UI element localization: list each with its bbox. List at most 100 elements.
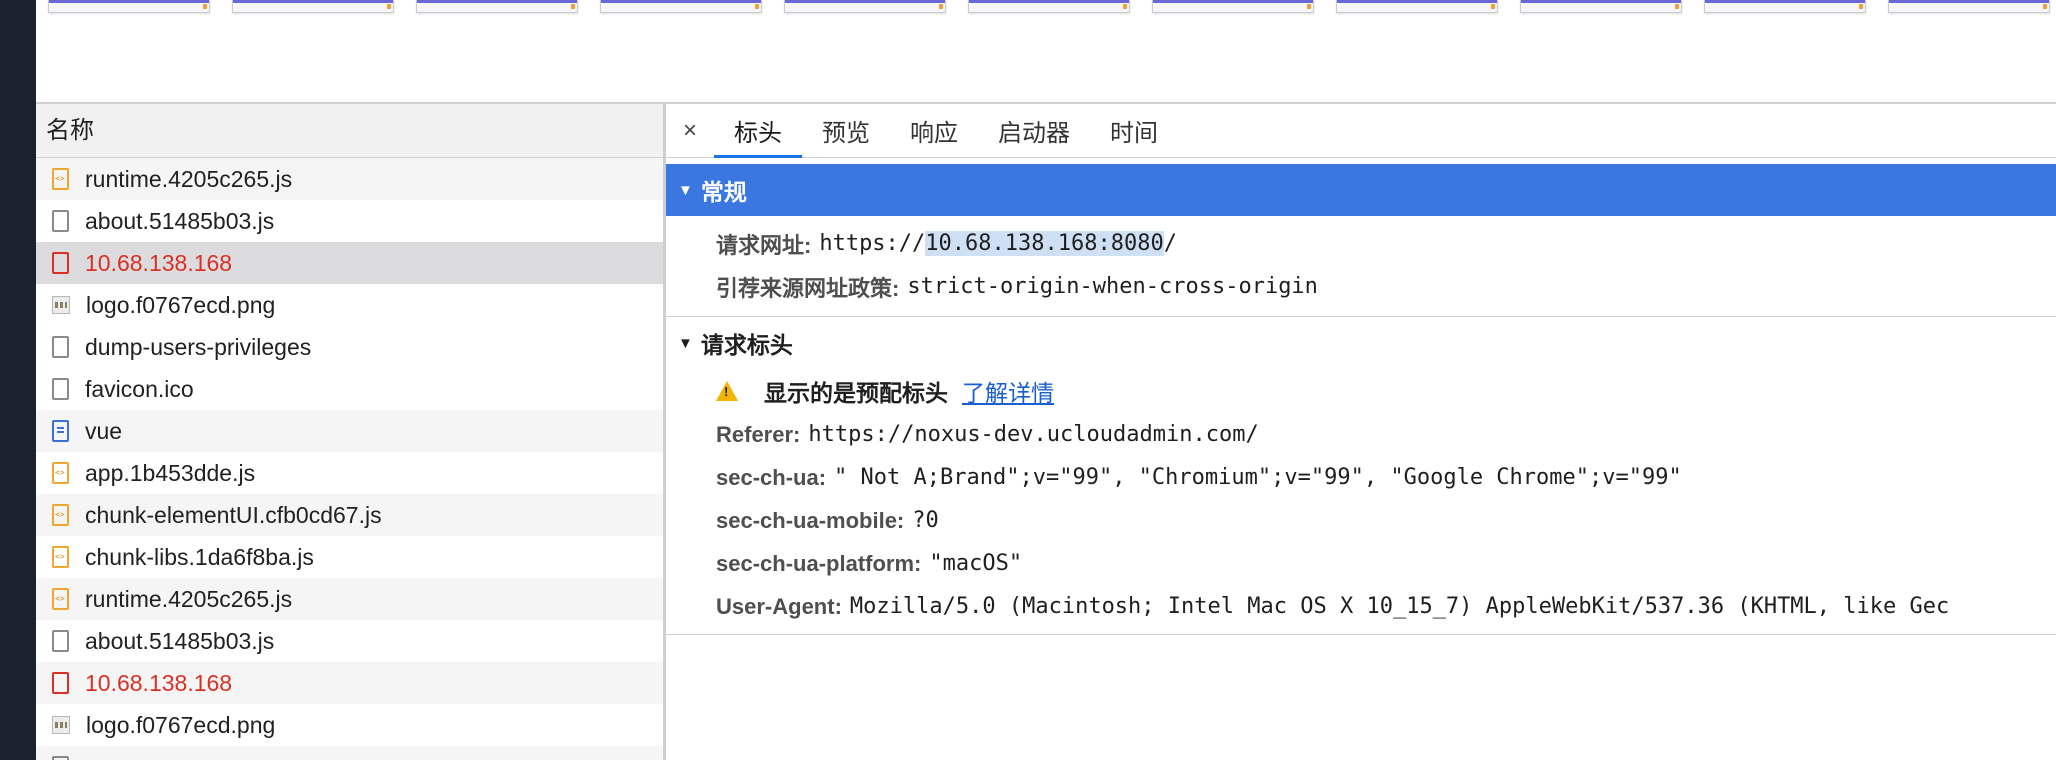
header-key: User-Agent:: [716, 593, 842, 619]
filmstrip-frame[interactable]: [1152, 0, 1314, 13]
request-row[interactable]: chunk-elementUI.cfb0cd67.js: [36, 494, 663, 536]
request-url-prefix: https://: [819, 231, 926, 256]
request-row[interactable]: 10.68.138.168: [36, 662, 663, 704]
header-key: sec-ch-ua-platform:: [716, 550, 922, 576]
request-list-pane: 名称 runtime.4205c265.js about.51485b03.js…: [36, 104, 666, 760]
header-row-referer: Referer: https://noxus-dev.ucloudadmin.c…: [666, 413, 2056, 456]
js-file-icon: [52, 168, 69, 190]
general-section-title: 常规: [700, 179, 747, 205]
js-file-icon: [52, 504, 69, 526]
request-name: about.51485b03.js: [85, 627, 275, 654]
details-tab-bar: × 标头 预览 响应 启动器 时间: [666, 104, 2056, 158]
tab-timing[interactable]: 时间: [1090, 104, 1178, 157]
tab-preview[interactable]: 预览: [802, 104, 890, 157]
warning-text: 显示的是预配标头: [764, 380, 948, 406]
request-name: runtime.4205c265.js: [85, 585, 293, 612]
request-url-host-selection[interactable]: 10.68.138.168:8080: [925, 231, 1164, 256]
filmstrip-frame[interactable]: [1336, 0, 1498, 13]
js-file-icon: [52, 462, 69, 484]
header-row-sec-ch-ua: sec-ch-ua: " Not A;Brand";v="99", "Chrom…: [666, 456, 2056, 499]
header-row-sec-ch-ua-mobile: sec-ch-ua-mobile: ?0: [666, 499, 2056, 542]
request-headers-section: 显示的是预配标头 了解详情 Referer: https://noxus-dev…: [666, 369, 2056, 635]
filmstrip-frame[interactable]: [600, 0, 762, 13]
general-section: 请求网址: https://10.68.138.168:8080/ 引荐来源网址…: [666, 216, 2056, 317]
header-value: " Not A;Brand";v="99", "Chromium";v="99"…: [834, 465, 1682, 490]
request-name: about.51485b03.js: [85, 207, 275, 234]
header-value: https://noxus-dev.ucloudadmin.com/: [808, 422, 1259, 447]
request-row[interactable]: about.51485b03.js: [36, 620, 663, 662]
document-icon: [52, 378, 69, 400]
header-row-sec-ch-ua-platform: sec-ch-ua-platform: "macOS": [666, 542, 2056, 585]
request-name: favicon.ico: [85, 375, 194, 402]
request-name: 10.68.138.168: [85, 249, 233, 276]
referrer-policy-value: strict-origin-when-cross-origin: [907, 274, 1318, 299]
js-file-icon: [52, 546, 69, 568]
screenshot-filmstrip: [36, 0, 2056, 104]
request-name: 10.68.138.168: [85, 669, 233, 696]
request-row[interactable]: vue: [36, 410, 663, 452]
learn-more-link[interactable]: 了解详情: [962, 374, 1054, 408]
request-row[interactable]: [36, 746, 663, 760]
referrer-policy-key: 引荐来源网址政策:: [716, 275, 900, 301]
error-document-icon: [52, 672, 69, 694]
filmstrip-frame[interactable]: [784, 0, 946, 13]
document-icon: [52, 630, 69, 652]
filmstrip-frame[interactable]: [416, 0, 578, 13]
request-row[interactable]: runtime.4205c265.js: [36, 578, 663, 620]
request-row[interactable]: dump-users-privileges: [36, 326, 663, 368]
tab-headers[interactable]: 标头: [714, 104, 802, 158]
document-icon: [52, 756, 69, 760]
filmstrip-frame[interactable]: [48, 0, 210, 13]
general-section-header[interactable]: ▼ 常规: [666, 164, 2056, 216]
header-value: Mozilla/5.0 (Macintosh; Intel Mac OS X 1…: [849, 594, 1950, 619]
request-name: vue: [85, 417, 123, 444]
tab-response[interactable]: 响应: [890, 104, 978, 157]
filmstrip-frame[interactable]: [968, 0, 1130, 13]
tab-initiator[interactable]: 启动器: [978, 104, 1090, 157]
header-row-user-agent: User-Agent: Mozilla/5.0 (Macintosh; Inte…: [666, 585, 2056, 628]
request-headers-title: 请求标头: [700, 332, 793, 358]
request-url-suffix: /: [1163, 231, 1177, 256]
request-name: runtime.4205c265.js: [85, 165, 293, 192]
request-name: logo.f0767ecd.png: [86, 711, 276, 738]
image-icon: [52, 296, 70, 314]
filmstrip-frame[interactable]: [1888, 0, 2050, 13]
image-icon: [52, 716, 70, 734]
request-url-value: https://10.68.138.168:8080/: [819, 231, 1177, 256]
provisional-headers-warning: 显示的是预配标头 了解详情: [666, 369, 2056, 413]
close-icon[interactable]: ×: [666, 104, 714, 157]
request-url-row: 请求网址: https://10.68.138.168:8080/: [666, 222, 2056, 265]
request-row[interactable]: favicon.ico: [36, 368, 663, 410]
error-document-icon: [52, 252, 69, 274]
request-headers-section-header[interactable]: ▼ 请求标头: [666, 317, 2056, 369]
document-icon: [52, 210, 69, 232]
request-row[interactable]: logo.f0767ecd.png: [36, 284, 663, 326]
header-key: sec-ch-ua-mobile:: [716, 507, 905, 533]
header-key: Referer:: [716, 421, 801, 447]
request-url-key: 请求网址:: [716, 232, 812, 258]
request-row[interactable]: runtime.4205c265.js: [36, 158, 663, 200]
js-file-icon: [52, 588, 69, 610]
request-name: logo.f0767ecd.png: [86, 291, 276, 318]
triangle-down-icon: ▼: [678, 181, 693, 199]
request-name: app.1b453dde.js: [85, 459, 256, 486]
document-icon: [52, 336, 69, 358]
filmstrip-frame[interactable]: [1704, 0, 1866, 13]
header-value: "macOS": [929, 551, 1023, 576]
request-details-pane: × 标头 预览 响应 启动器 时间 ▼ 常规 请求网址: https://10.…: [666, 104, 2056, 760]
request-name: chunk-elementUI.cfb0cd67.js: [85, 501, 382, 528]
html-document-icon: [52, 420, 69, 442]
request-name: chunk-libs.1da6f8ba.js: [85, 543, 314, 570]
warning-icon: [716, 381, 738, 401]
filmstrip-frame[interactable]: [1520, 0, 1682, 13]
request-row[interactable]: logo.f0767ecd.png: [36, 704, 663, 746]
request-row[interactable]: about.51485b03.js: [36, 200, 663, 242]
request-row-selected[interactable]: 10.68.138.168: [36, 242, 663, 284]
header-value: ?0: [912, 508, 939, 533]
filmstrip-frame[interactable]: [232, 0, 394, 13]
name-column-header[interactable]: 名称: [36, 104, 663, 158]
devtools-network-panel: 名称 runtime.4205c265.js about.51485b03.js…: [36, 0, 2056, 760]
request-row[interactable]: chunk-libs.1da6f8ba.js: [36, 536, 663, 578]
triangle-down-icon: ▼: [678, 334, 693, 352]
request-row[interactable]: app.1b453dde.js: [36, 452, 663, 494]
